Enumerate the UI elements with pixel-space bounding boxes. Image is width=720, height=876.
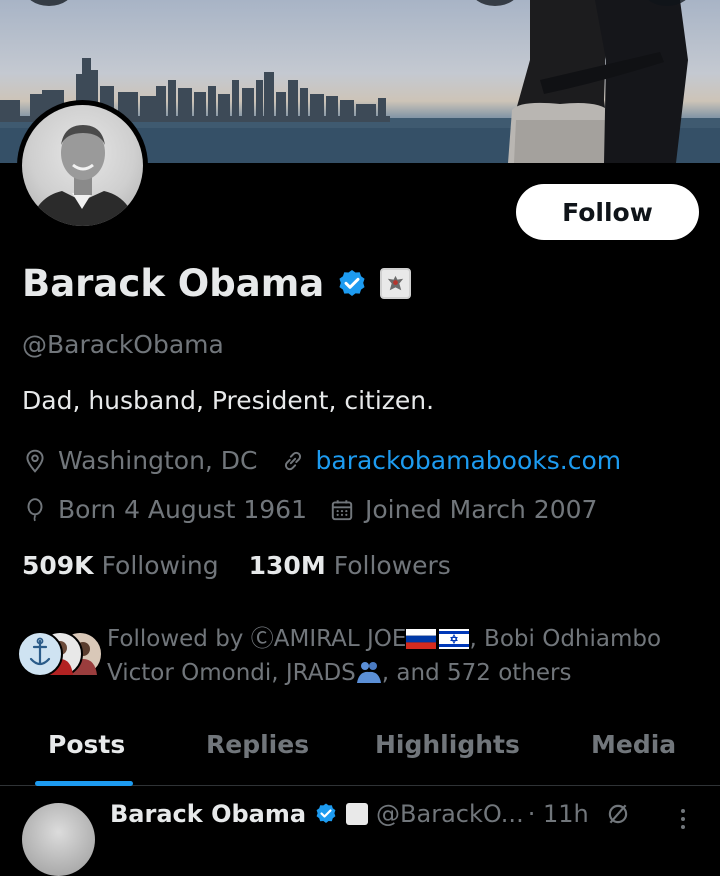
birthday-item: Born 4 August 1961: [22, 495, 307, 524]
followed-by-text[interactable]: Followed by ⒸAMIRAL JOE , Bobi Odhiambo …: [107, 622, 707, 690]
website-item[interactable]: barackobamabooks.com: [280, 446, 622, 475]
following-count: 509K: [22, 551, 94, 580]
balloon-icon: [27, 497, 43, 521]
profile-bio: Dad, husband, President, citizen.: [22, 386, 435, 415]
post-author-name[interactable]: Barack Obama: [110, 800, 306, 828]
post-verified-badge-icon: [314, 802, 338, 826]
profile-tabs: Posts Replies Highlights Media: [0, 714, 720, 786]
followed-by-line2: Victor Omondi, JRADS: [107, 660, 356, 686]
russia-flag-icon: [406, 629, 437, 649]
location-item: Washington, DC: [22, 446, 258, 475]
joined-text: Joined March 2007: [365, 495, 598, 524]
tab-highlights[interactable]: Highlights: [375, 730, 520, 759]
website-link[interactable]: barackobamabooks.com: [316, 446, 622, 475]
post-time: · 11h: [527, 800, 589, 828]
tab-replies[interactable]: Replies: [206, 730, 309, 759]
follow-stats: 509K Following 130M Followers: [22, 551, 451, 580]
calendar-icon: [331, 499, 353, 520]
followed-by-avatars[interactable]: [17, 631, 103, 677]
display-name: Barack Obama: [22, 262, 325, 305]
profile-meta-row-1: Washington, DC barackobamabooks.com: [22, 446, 621, 475]
government-seal-badge-icon[interactable]: [380, 268, 412, 299]
followers-count: 130M: [248, 551, 326, 580]
follower-avatar-1: [17, 631, 63, 677]
birthday-text: Born 4 August 1961: [58, 495, 307, 524]
profile-meta-row-2: Born 4 August 1961 Joined March 2007: [22, 495, 597, 524]
people-hugging-icon: [356, 662, 381, 683]
location-text: Washington, DC: [58, 446, 258, 475]
follow-button[interactable]: Follow: [516, 184, 699, 240]
followed-by-prefix: Followed by: [107, 626, 251, 652]
tab-media[interactable]: Media: [591, 730, 676, 759]
verified-badge-icon[interactable]: [336, 268, 368, 300]
post-header: Barack Obama @BarackO... · 11h: [110, 800, 631, 828]
post-government-seal-icon: [346, 803, 369, 825]
link-icon: [284, 451, 301, 470]
profile-handle: @BarackObama: [22, 330, 224, 359]
follower-name-1: ⒸAMIRAL JOE: [250, 626, 407, 652]
joined-item: Joined March 2007: [329, 495, 597, 524]
post-author-handle: @BarackO...: [376, 800, 524, 828]
tab-posts[interactable]: Posts: [48, 730, 125, 759]
following-stat[interactable]: 509K Following: [22, 551, 219, 580]
avatar-photo: [22, 105, 143, 226]
followers-label: Followers: [333, 551, 451, 580]
followed-by-sep: , Bobi Odhiambo: [469, 626, 662, 652]
active-tab-indicator: [35, 781, 133, 786]
profile-avatar[interactable]: [17, 100, 148, 231]
followed-by-suffix: , and 572 others: [381, 660, 572, 686]
grok-icon[interactable]: [605, 801, 631, 827]
location-pin-icon: [26, 449, 44, 473]
followers-stat[interactable]: 130M Followers: [249, 551, 451, 580]
following-label: Following: [101, 551, 219, 580]
display-name-row: Barack Obama: [22, 262, 412, 305]
israel-flag-icon: [439, 629, 470, 649]
more-vertical-icon[interactable]: [676, 806, 690, 836]
post-author-avatar[interactable]: [22, 803, 95, 876]
